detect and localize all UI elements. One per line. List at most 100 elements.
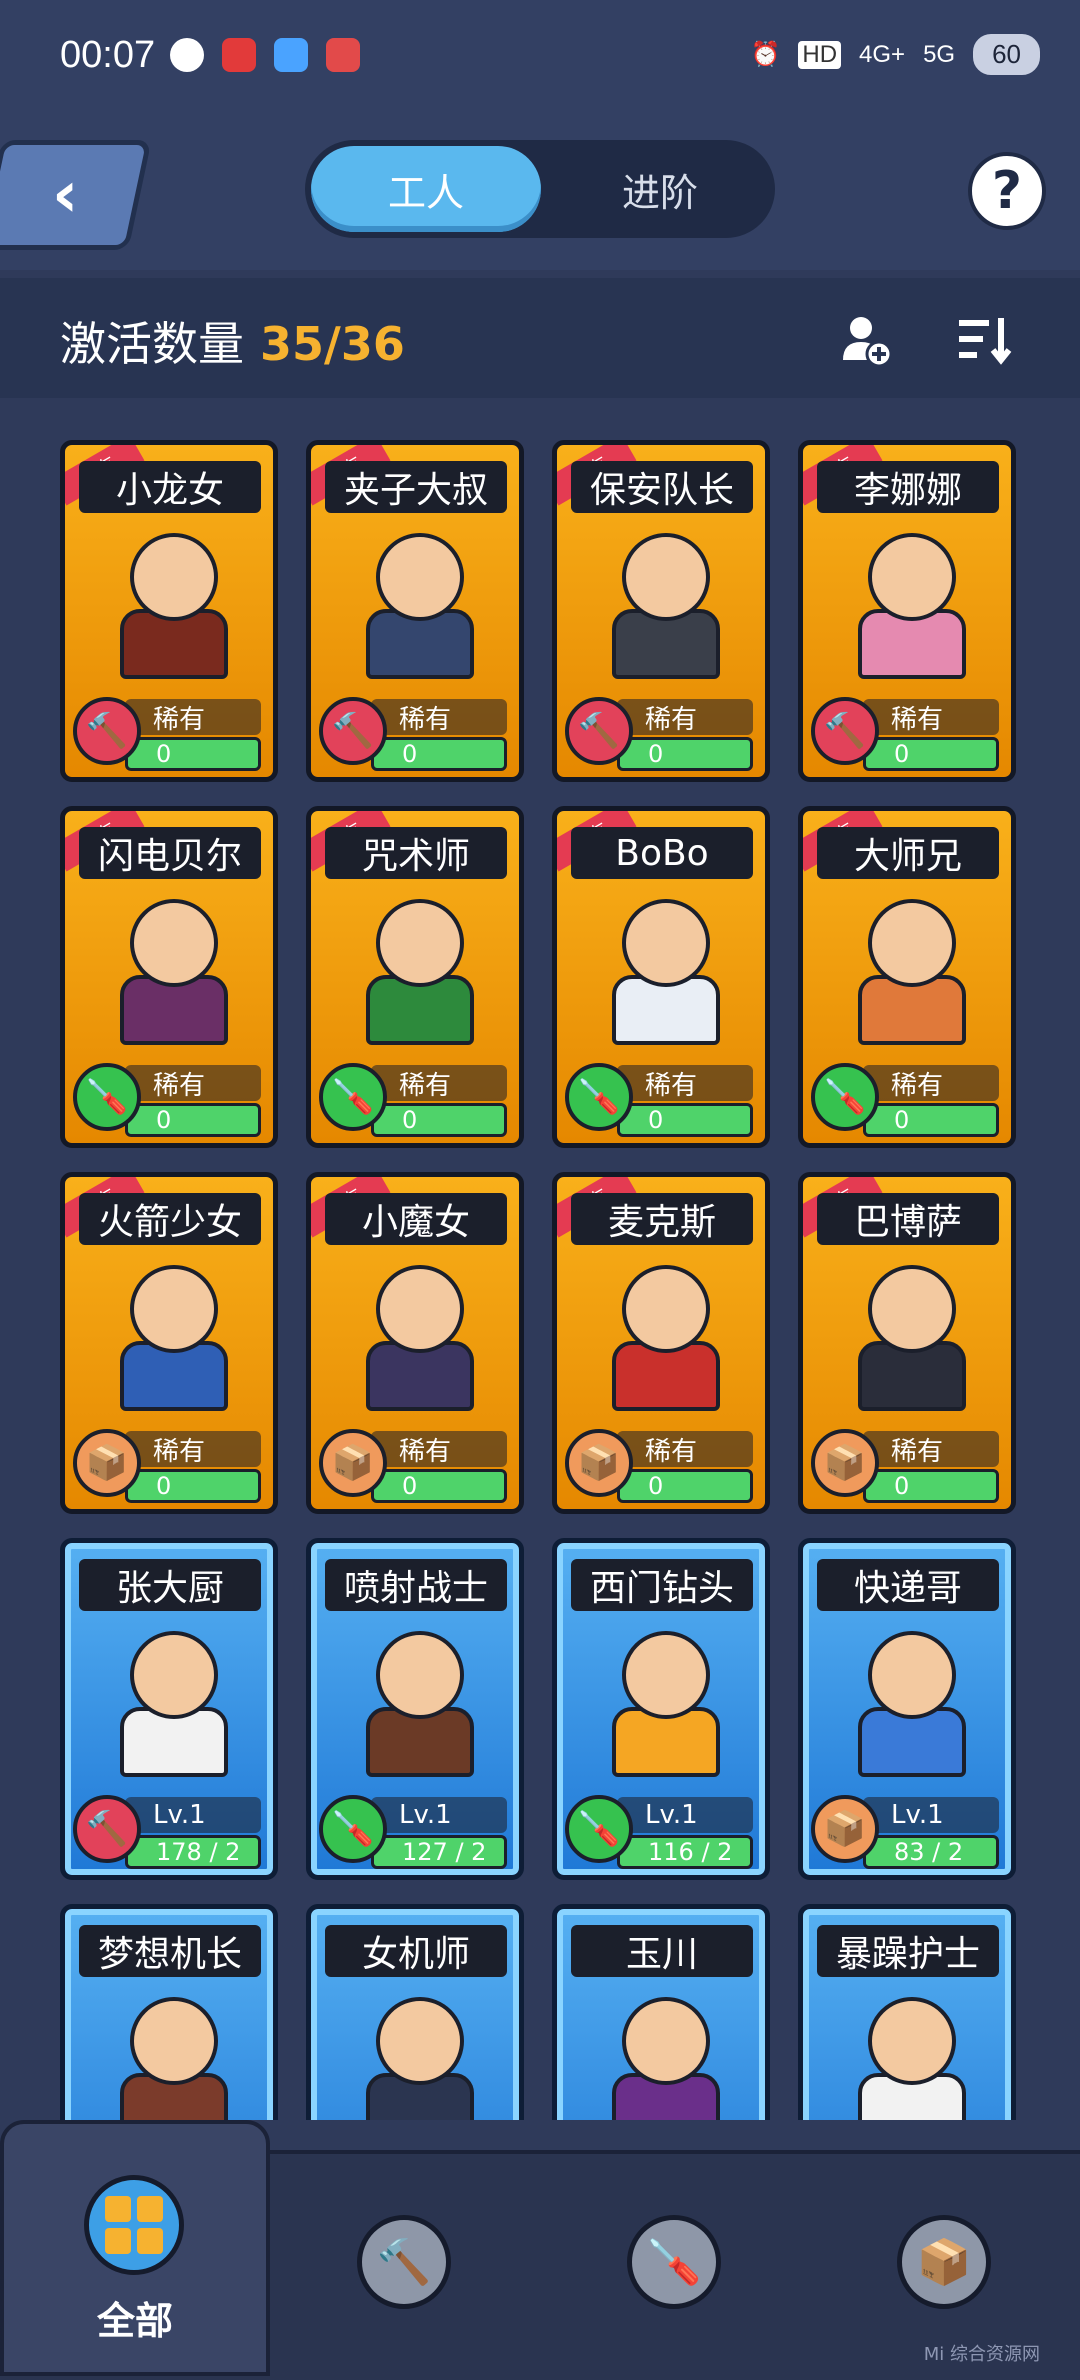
tab-advanced[interactable]: 进阶: [545, 146, 775, 232]
worker-progress: 116 / 2: [617, 1835, 753, 1869]
worker-card[interactable]: 稀有 小魔女稀有0📦: [306, 1172, 524, 1514]
worker-card[interactable]: 稀有 咒术师稀有0🪛: [306, 806, 524, 1148]
worker-tier: 稀有: [371, 1065, 507, 1101]
worker-tier: 稀有: [125, 1431, 261, 1467]
worker-progress: 178 / 2: [125, 1835, 261, 1869]
worker-progress: 127 / 2: [371, 1835, 507, 1869]
worker-avatar: [597, 889, 727, 1045]
worker-card[interactable]: 稀有 闪电贝尔稀有0🪛: [60, 806, 278, 1148]
worker-name: 麦克斯: [571, 1193, 753, 1245]
screwdriver-icon: 🪛: [73, 1063, 141, 1131]
hammer-icon: 🔨: [565, 697, 633, 765]
nav-hammer-button[interactable]: 🔨: [357, 2215, 451, 2309]
worker-avatar: [105, 889, 235, 1045]
worker-avatar: [105, 1987, 235, 2120]
worker-name: 火箭少女: [79, 1193, 261, 1245]
worker-card[interactable]: 快递哥 Lv.1 83 / 2 📦: [798, 1538, 1016, 1880]
activation-count-bar: 激活数量 35/36: [0, 278, 1080, 398]
worker-avatar: [105, 1255, 235, 1411]
worker-avatar: [105, 523, 235, 679]
box-icon: 📦: [73, 1429, 141, 1497]
worker-card[interactable]: 张大厨 Lv.1 178 / 2 🔨: [60, 1538, 278, 1880]
worker-tier: 稀有: [617, 699, 753, 735]
hammer-icon: 🔨: [811, 697, 879, 765]
worker-card[interactable]: 稀有 巴博萨稀有0📦: [798, 1172, 1016, 1514]
sort-icon[interactable]: [955, 310, 1015, 370]
worker-card[interactable]: 稀有 保安队长稀有0🔨: [552, 440, 770, 782]
worker-tier: 稀有: [617, 1431, 753, 1467]
screwdriver-icon: 🪛: [565, 1063, 633, 1131]
worker-avatar: [843, 889, 973, 1045]
worker-progress: 0: [125, 737, 261, 771]
music-app-icon: [222, 38, 256, 72]
worker-tier: Lv.1: [371, 1797, 507, 1833]
worker-progress: 0: [125, 1103, 261, 1137]
worker-progress: 0: [371, 737, 507, 771]
hammer-icon: 🔨: [73, 1795, 141, 1863]
worker-card[interactable]: 梦想机长: [60, 1904, 278, 2120]
back-button[interactable]: ‹: [0, 140, 152, 250]
worker-card[interactable]: 喷射战士 Lv.1 127 / 2 🪛: [306, 1538, 524, 1880]
worker-card[interactable]: 玉川: [552, 1904, 770, 2120]
worker-name: 夹子大叔: [325, 461, 507, 513]
worker-avatar: [843, 523, 973, 679]
worker-progress: 0: [371, 1469, 507, 1503]
watermark: Mi 综合资源网: [923, 2344, 1040, 2365]
worker-name: 梦想机长: [79, 1925, 261, 1977]
status-right: ⏰ HD 4G+ 5G 60: [750, 34, 1040, 75]
screwdriver-icon: 🪛: [319, 1063, 387, 1131]
worker-name: 巴博萨: [817, 1193, 999, 1245]
worker-card[interactable]: 稀有 麦克斯稀有0📦: [552, 1172, 770, 1514]
worker-name: 小龙女: [79, 461, 261, 513]
hammer-icon: 🔨: [376, 2237, 432, 2288]
worker-progress: 0: [617, 737, 753, 771]
activation-count: 激活数量 35/36: [60, 308, 405, 374]
worker-card[interactable]: 西门钻头 Lv.1 116 / 2 🪛: [552, 1538, 770, 1880]
worker-name: 小魔女: [325, 1193, 507, 1245]
worker-card[interactable]: 稀有 小龙女稀有0🔨: [60, 440, 278, 782]
help-button[interactable]: ?: [968, 152, 1046, 230]
worker-card[interactable]: 稀有 李娜娜稀有0🔨: [798, 440, 1016, 782]
worker-progress: 0: [617, 1103, 753, 1137]
hd-icon: HD: [798, 40, 842, 69]
worker-tier: 稀有: [371, 1431, 507, 1467]
worker-tier: 稀有: [125, 699, 261, 735]
worker-avatar: [351, 1255, 481, 1411]
worker-progress: 0: [371, 1103, 507, 1137]
box-icon: 📦: [565, 1429, 633, 1497]
worker-avatar: [351, 889, 481, 1045]
worker-card[interactable]: 稀有 夹子大叔稀有0🔨: [306, 440, 524, 782]
worker-card[interactable]: 稀有 火箭少女稀有0📦: [60, 1172, 278, 1514]
worker-card[interactable]: 暴躁护士: [798, 1904, 1016, 2120]
worker-name: 闪电贝尔: [79, 827, 261, 879]
notification-icons: [170, 38, 360, 72]
worker-avatar: [351, 1987, 481, 2120]
hammer-icon: 🔨: [319, 697, 387, 765]
worker-tier: 稀有: [863, 699, 999, 735]
worker-progress: 83 / 2: [863, 1835, 999, 1869]
nav-screwdriver-button[interactable]: 🪛: [627, 2215, 721, 2309]
nav-all-label: 全部: [96, 2299, 173, 2343]
browser-app-icon: [274, 38, 308, 72]
worker-avatar: [843, 1621, 973, 1777]
network-5g: 5G: [923, 40, 956, 68]
worker-name: 女机师: [325, 1925, 507, 1977]
tab-workers[interactable]: 工人: [311, 146, 541, 232]
nav-box-button[interactable]: 📦: [897, 2215, 991, 2309]
worker-progress: 0: [863, 1469, 999, 1503]
worker-tier: Lv.1: [125, 1797, 261, 1833]
status-bar: 00:07 ⏰ HD 4G+ 5G 60: [0, 0, 1080, 120]
worker-tier: Lv.1: [617, 1797, 753, 1833]
screwdriver-icon: 🪛: [565, 1795, 633, 1863]
add-user-icon[interactable]: [835, 310, 895, 370]
worker-card[interactable]: 稀有 大师兄稀有0🪛: [798, 806, 1016, 1148]
worker-name: 快递哥: [817, 1559, 999, 1611]
worker-card[interactable]: 女机师: [306, 1904, 524, 2120]
worker-progress: 0: [863, 737, 999, 771]
activation-count-label: 激活数量: [60, 317, 244, 371]
worker-tier: 稀有: [371, 699, 507, 735]
worker-tier: Lv.1: [863, 1797, 999, 1833]
worker-card[interactable]: 稀有 BoBo稀有0🪛: [552, 806, 770, 1148]
worker-tier: 稀有: [125, 1065, 261, 1101]
worker-progress: 0: [125, 1469, 261, 1503]
